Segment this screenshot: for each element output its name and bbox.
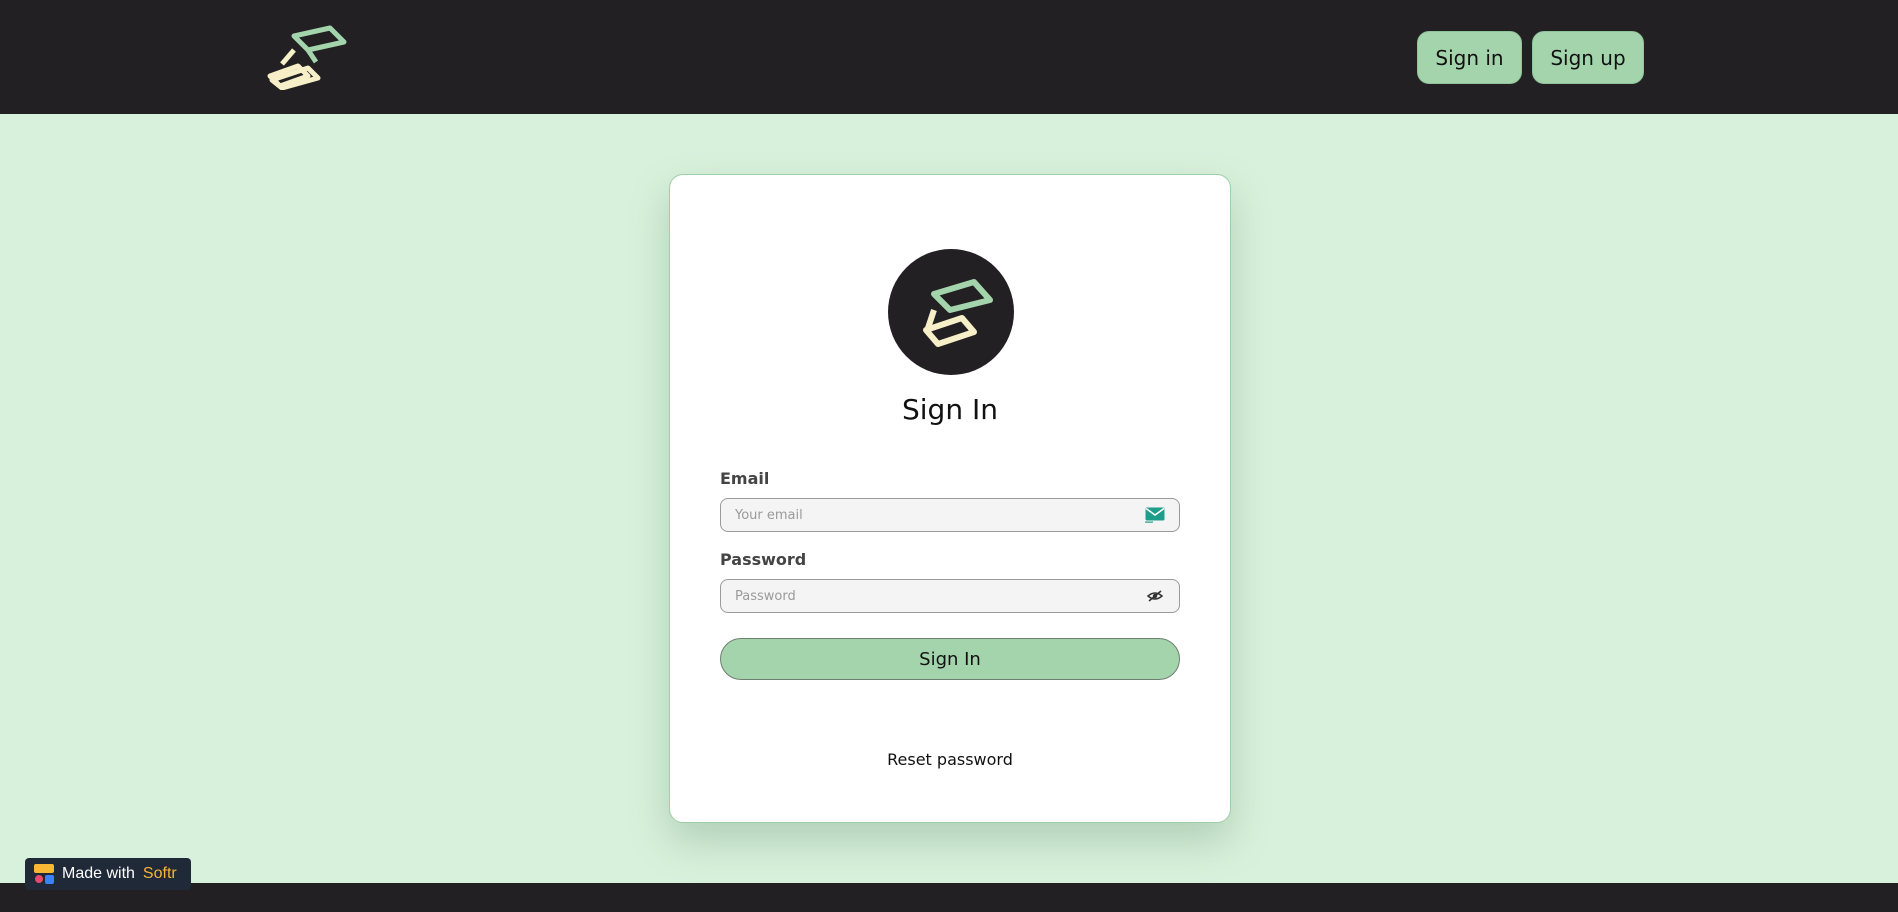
softr-brand-label: Softr	[142, 865, 177, 882]
sign-in-card: Sign In Email Password Sign In Reset pas…	[669, 174, 1231, 823]
email-field[interactable]	[721, 499, 1179, 531]
mail-icon	[1145, 507, 1165, 523]
password-label: Password	[720, 550, 807, 569]
header-sign-up-button[interactable]: Sign up	[1532, 31, 1644, 84]
footer-bar	[0, 883, 1898, 912]
header-sign-in-button[interactable]: Sign in	[1417, 31, 1522, 84]
brand-avatar-icon	[888, 249, 1014, 375]
password-field-wrapper	[720, 579, 1180, 613]
reset-password-link[interactable]: Reset password	[670, 750, 1230, 769]
eye-off-icon[interactable]	[1145, 588, 1165, 604]
page-title: Sign In	[902, 393, 998, 426]
password-field[interactable]	[721, 580, 1179, 612]
email-field-wrapper	[720, 498, 1180, 532]
email-label: Email	[720, 469, 770, 488]
sign-in-submit-button[interactable]: Sign In	[720, 638, 1180, 680]
made-with-softr-badge[interactable]: Made with Softr	[25, 858, 191, 890]
top-navbar: Sign in Sign up	[0, 0, 1898, 114]
softr-logo-icon	[34, 864, 54, 884]
brand-logo-icon[interactable]	[266, 24, 350, 91]
made-with-label: Made with	[62, 865, 135, 882]
